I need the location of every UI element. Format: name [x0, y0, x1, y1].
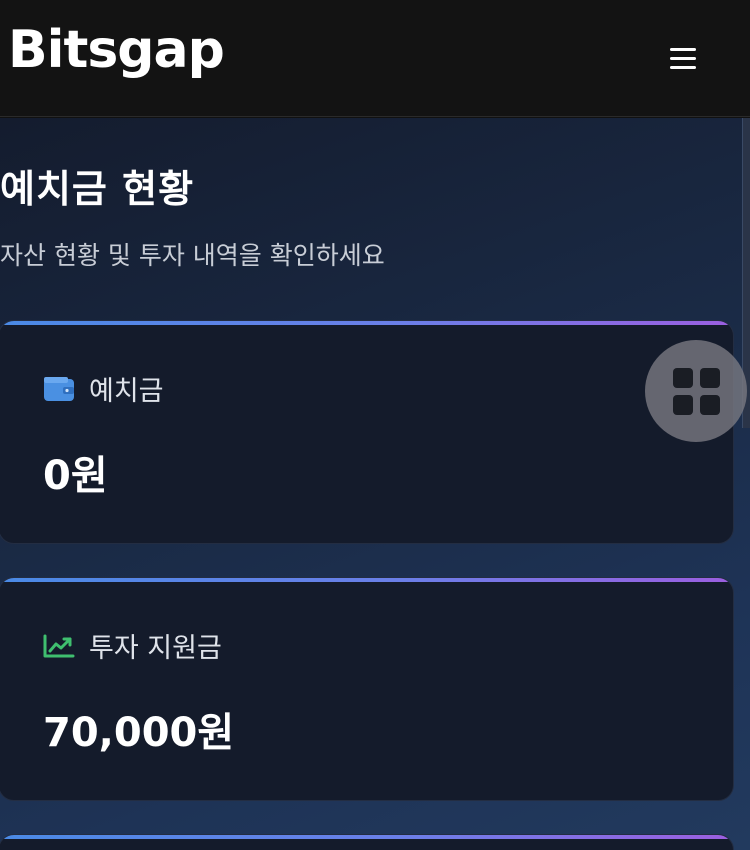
investment-support-card: 투자 지원금 70,000원 — [0, 577, 734, 801]
grid-icon-cell — [699, 367, 720, 388]
investment-support-label: 투자 지원금 — [89, 633, 222, 664]
grid-icon-cell — [672, 394, 693, 415]
app-header: Bitsgap — [0, 0, 750, 117]
bitsgap-logo[interactable]: Bitsgap — [8, 20, 225, 80]
investment-support-card-header: 투자 지원금 — [43, 626, 222, 665]
page-title: 예치금 현황 — [0, 167, 195, 211]
apps-grid-button[interactable] — [645, 340, 747, 442]
deposit-value: 0원 — [43, 453, 108, 499]
deposit-card: 예치금 0원 — [0, 320, 734, 544]
grid-icon-cell — [672, 367, 693, 388]
trending-up-icon — [43, 634, 75, 657]
main-content: 예치금 현황 자산 현황 및 투자 내역을 확인하세요 예치금 0원 투자 지원… — [0, 118, 750, 850]
hamburger-menu-button[interactable] — [660, 38, 706, 78]
deposit-label: 예치금 — [89, 376, 164, 407]
wallet-icon — [44, 376, 74, 401]
menu-icon-bar — [670, 56, 696, 60]
investment-support-value: 70,000원 — [43, 710, 235, 756]
next-card — [0, 834, 734, 850]
menu-icon-bar — [670, 65, 696, 69]
menu-icon-bar — [670, 47, 696, 51]
grid-icon-cell — [699, 394, 720, 415]
page-subtitle: 자산 현황 및 투자 내역을 확인하세요 — [0, 241, 385, 270]
deposit-card-header: 예치금 — [43, 369, 164, 408]
